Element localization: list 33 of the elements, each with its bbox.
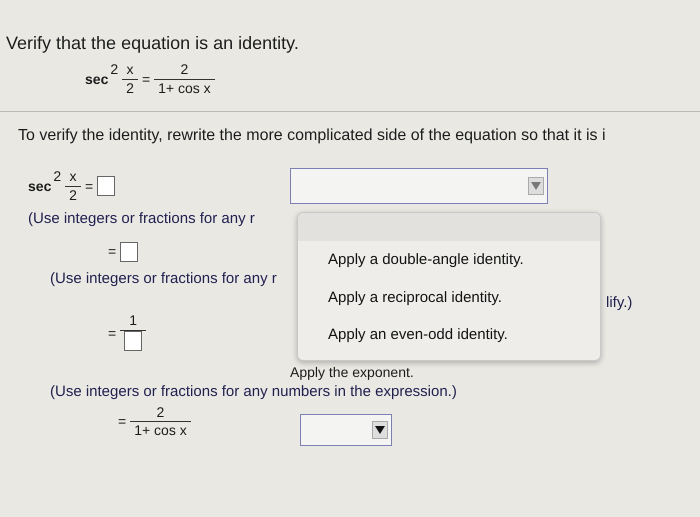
equals-sign: = [118, 412, 126, 431]
numerator: x [126, 61, 135, 78]
denominator: 2 [65, 186, 81, 204]
hint-text: (Use integers or fractions for any numbers in the expression.) [50, 382, 457, 402]
answer-field[interactable] [97, 176, 116, 196]
instruction-text: To verify the identity, rewrite the more complicated side of the equation so that it is i [17, 126, 607, 146]
dropdown-value: Apply the exponent. [290, 363, 414, 382]
hint-text: (Use integers or fractions for any r [50, 269, 277, 289]
exponent: 2 [53, 167, 62, 186]
hint-text: (Use integers or fractions for any r [28, 209, 255, 229]
menu-item[interactable]: Apply a reciprocal identity. [298, 278, 502, 316]
denominator: 1+ cos x [130, 421, 191, 440]
equals-sign: = [142, 70, 150, 88]
equals-sign: = [84, 176, 94, 196]
reason-dropdown[interactable] [290, 168, 548, 204]
question-title: Verify that the equation is an identity. [5, 32, 300, 55]
answer-field[interactable] [124, 330, 142, 350]
equals-sign: = [108, 324, 116, 343]
exponent: 2 [110, 60, 118, 79]
numerator: 1 [128, 312, 138, 330]
numerator: 2 [180, 61, 190, 78]
answer-field[interactable] [120, 242, 138, 262]
numerator: 2 [156, 404, 166, 421]
menu-item[interactable]: Apply a double-angle identity. [298, 241, 524, 278]
denominator: 1+ cos x [154, 78, 215, 97]
hint-text: lify.) [606, 293, 632, 313]
reason-dropdown[interactable] [300, 414, 392, 446]
denominator: 2 [122, 78, 138, 97]
function-name: sec [85, 70, 108, 88]
equals-sign: = [108, 242, 116, 261]
numerator: x [68, 168, 78, 186]
function-name: sec [28, 176, 52, 196]
menu-item[interactable]: Apply an even-odd identity. [298, 316, 508, 354]
